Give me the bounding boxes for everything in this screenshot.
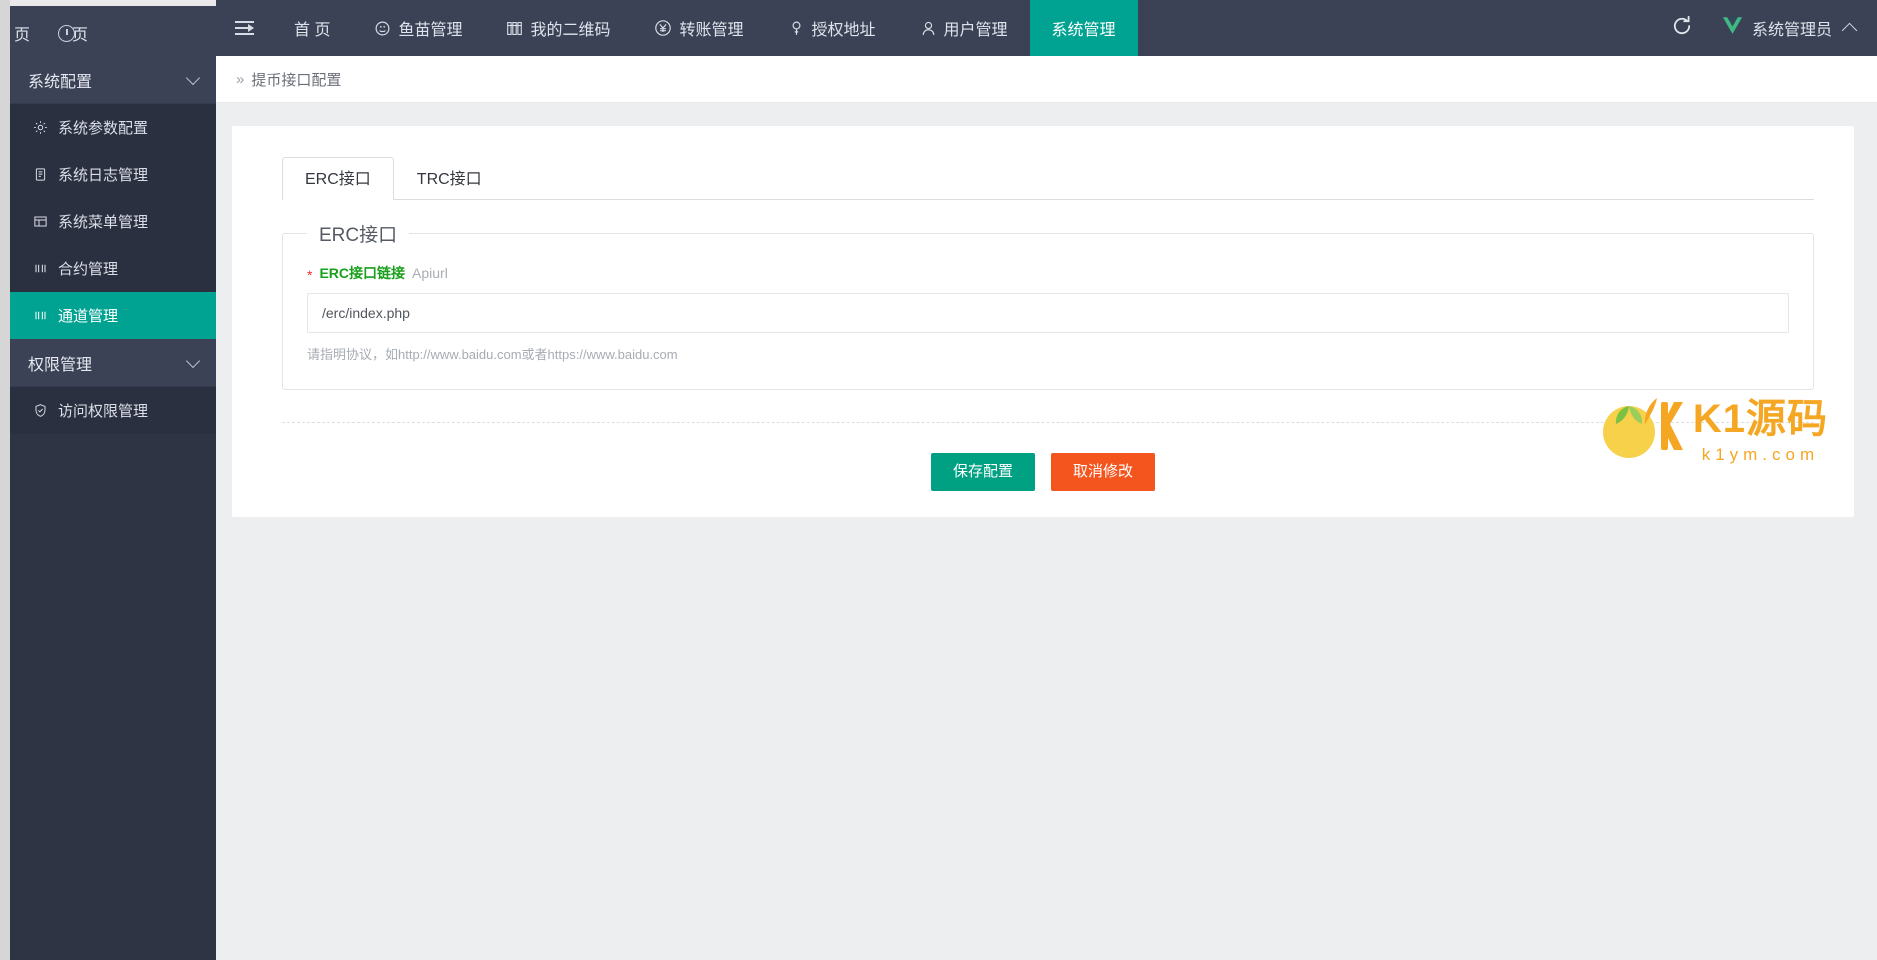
qrcode-icon: [506, 20, 523, 37]
browser-tab-2[interactable]: 页: [56, 21, 88, 45]
nav-item-user-management-label: 用户管理: [943, 22, 1008, 39]
user-menu[interactable]: 系统管理员: [1708, 16, 1858, 40]
tabstrip-left-edge: [0, 0, 10, 56]
yen-icon: [654, 19, 672, 37]
nav-item-system-management[interactable]: 系统管理: [1029, 0, 1138, 56]
apiurl-sublabel: Apiurl: [412, 265, 448, 281]
sidebar-left-edge: [0, 56, 10, 960]
sidebar-item-access-permission-label: 访问权限管理: [58, 403, 149, 420]
nav-item-my-qrcode[interactable]: 我的二维码: [484, 0, 632, 56]
nav-item-my-qrcode-label: 我的二维码: [530, 22, 611, 39]
sidebar: 系统配置 系统参数配置 系统日志管理 系统菜单管理 合约管理 通道管理 权限管理…: [0, 56, 216, 960]
erc-interface-fieldset: ERC接口 * ERC接口链接 Apiurl 请指明协议，如http://www…: [282, 220, 1814, 390]
browser-tab-1-label: 页: [14, 27, 31, 44]
fish-icon: [374, 20, 391, 37]
form-divider: [282, 422, 1814, 423]
sidebar-item-channel-management-label: 通道管理: [58, 308, 119, 325]
sidebar-item-system-params[interactable]: 系统参数配置: [10, 104, 216, 151]
sidebar-group-permission[interactable]: 权限管理: [10, 339, 216, 387]
apiurl-input[interactable]: [307, 293, 1789, 333]
nav-item-home-label: 首 页: [294, 22, 331, 39]
breadcrumb-title: 提币接口配置: [251, 71, 342, 89]
config-panel: ERC接口 TRC接口 ERC接口 * ERC接口链接 Apiurl 请指明协议…: [232, 126, 1854, 517]
key-icon: [788, 20, 805, 37]
bars-icon: [32, 308, 49, 323]
sidebar-item-system-menu-label: 系统菜单管理: [58, 214, 149, 231]
sidebar-item-system-params-label: 系统参数配置: [58, 120, 149, 137]
top-bar-right: 系统管理员: [1656, 0, 1877, 56]
shield-check-icon: [32, 403, 49, 418]
sidebar-group-permission-label: 权限管理: [28, 356, 93, 374]
chevron-down-icon: [185, 353, 201, 368]
watermark-main-text: K1源码: [1692, 396, 1828, 441]
refresh-button[interactable]: [1656, 0, 1708, 56]
breadcrumb: » 提币接口配置: [216, 56, 1877, 103]
clock-icon: [58, 24, 76, 42]
nav-item-authorized-address-label: 授权地址: [811, 22, 876, 39]
apiurl-label: ERC接口链接: [319, 265, 406, 281]
sidebar-item-channel-management[interactable]: 通道管理: [10, 292, 216, 339]
nav-item-fish-management[interactable]: 鱼苗管理: [352, 0, 484, 56]
user-name: 系统管理员: [1751, 22, 1832, 39]
user-icon: [920, 20, 937, 37]
nav-item-home[interactable]: 首 页: [272, 0, 352, 56]
nav-item-transfer-management[interactable]: 转账管理: [632, 0, 765, 56]
sidebar-item-contract-management-label: 合约管理: [58, 261, 119, 278]
sidebar-item-contract-management[interactable]: 合约管理: [10, 245, 216, 292]
hamburger-icon: [234, 21, 254, 35]
gear-icon: [32, 120, 49, 135]
clipboard-icon: [32, 167, 49, 182]
tab-trc-interface[interactable]: TRC接口: [394, 157, 505, 200]
sidebar-group-system-config-label: 系统配置: [28, 73, 93, 91]
tab-erc-interface[interactable]: ERC接口: [282, 157, 394, 200]
tabstrip-top-edge: [10, 0, 216, 6]
form-actions: 保存配置 取消修改: [256, 453, 1830, 491]
apiurl-field-row: * ERC接口链接 Apiurl 请指明协议，如http://www.baidu…: [307, 263, 1789, 363]
sidebar-group-system-config[interactable]: 系统配置: [10, 56, 216, 104]
sidebar-item-system-menu[interactable]: 系统菜单管理: [10, 198, 216, 245]
erc-fieldset-legend: ERC接口: [319, 225, 398, 246]
required-marker: *: [307, 267, 313, 283]
interface-tabs: ERC接口 TRC接口: [282, 156, 1814, 200]
window-icon: [32, 214, 49, 229]
nav-item-authorized-address[interactable]: 授权地址: [766, 0, 898, 56]
apiurl-label-group: * ERC接口链接 Apiurl: [307, 263, 1789, 283]
top-bar: 页 页 首 页 鱼苗管理 我的二维码 转账管理 授权地址 用户管理 系统管理 系…: [0, 0, 1877, 56]
browser-tab-strip: 页 页: [0, 0, 216, 56]
nav-item-transfer-management-label: 转账管理: [679, 22, 744, 39]
nav-item-user-management[interactable]: 用户管理: [898, 0, 1030, 56]
bars-icon: [32, 261, 49, 276]
apiurl-hint: 请指明协议，如http://www.baidu.com或者https://www…: [307, 347, 678, 362]
vue-logo-icon: [1722, 16, 1743, 40]
sidebar-item-access-permission[interactable]: 访问权限管理: [10, 387, 216, 434]
sidebar-item-system-log[interactable]: 系统日志管理: [10, 151, 216, 198]
chevron-down-icon: [185, 70, 201, 85]
chevron-up-icon: [1841, 22, 1858, 38]
content-area: » 提币接口配置 ERC接口 TRC接口 ERC接口 * ERC接口链接 Api…: [216, 56, 1877, 960]
sidebar-item-system-log-label: 系统日志管理: [58, 167, 149, 184]
top-nav: 首 页 鱼苗管理 我的二维码 转账管理 授权地址 用户管理 系统管理 系统管理员: [216, 0, 1877, 56]
save-button[interactable]: 保存配置: [930, 453, 1035, 491]
nav-item-system-management-label: 系统管理: [1051, 22, 1116, 39]
breadcrumb-arrow-icon: »: [236, 70, 245, 88]
refresh-icon: [1671, 15, 1693, 42]
menu-toggle-button[interactable]: [216, 0, 272, 56]
nav-item-fish-management-label: 鱼苗管理: [398, 22, 463, 39]
tab-trc-interface-label: TRC接口: [416, 171, 482, 188]
cancel-button[interactable]: 取消修改: [1051, 453, 1156, 491]
tab-erc-interface-label: ERC接口: [305, 171, 371, 188]
sidebar-items: 系统配置 系统参数配置 系统日志管理 系统菜单管理 合约管理 通道管理 权限管理…: [10, 56, 216, 434]
